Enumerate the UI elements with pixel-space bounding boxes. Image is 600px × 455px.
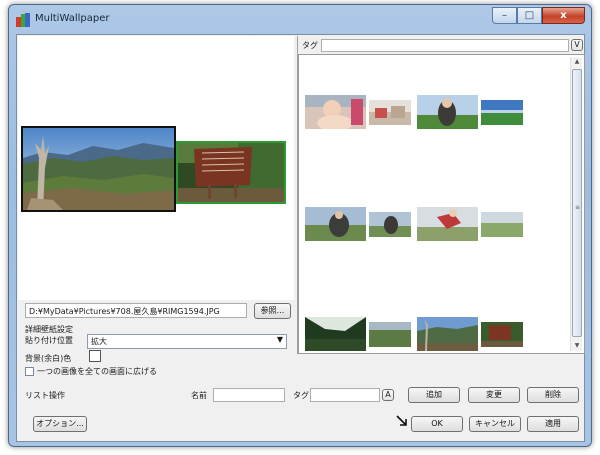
list-tag-toggle[interactable]: A bbox=[382, 389, 394, 401]
figure-photo bbox=[369, 212, 411, 237]
thumbnail-woods[interactable] bbox=[369, 322, 411, 347]
baby-photo bbox=[305, 95, 366, 129]
maximize-button[interactable]: □ bbox=[517, 7, 542, 24]
thumbnail-figure-2[interactable] bbox=[305, 207, 366, 241]
delete-button[interactable]: 削除 bbox=[527, 387, 579, 403]
bg-color-label: 背景(余白)色 bbox=[25, 354, 72, 363]
grip-icon: ≡ bbox=[575, 204, 581, 211]
title-bar[interactable]: MultiWallpaper – □ x bbox=[9, 5, 591, 33]
position-label: 貼り付け位置 bbox=[25, 336, 73, 345]
figure-photo bbox=[417, 95, 478, 129]
add-button[interactable]: 追加 bbox=[408, 387, 460, 403]
options-button[interactable]: オプション... bbox=[33, 416, 87, 432]
field-photo bbox=[481, 100, 523, 125]
tag-filter-toggle[interactable]: V bbox=[571, 39, 583, 51]
resize-cursor-icon bbox=[396, 415, 407, 426]
detail-settings-label: 詳細壁紙設定 bbox=[25, 325, 73, 334]
list-tag-label: タグ bbox=[293, 391, 309, 400]
stretch-all-checkbox[interactable] bbox=[25, 367, 34, 376]
thumbnail-mountain-small[interactable] bbox=[369, 100, 411, 125]
mountain-photo bbox=[417, 317, 478, 351]
scroll-down-icon[interactable]: ▼ bbox=[572, 341, 582, 351]
name-label: 名前 bbox=[191, 391, 207, 400]
position-value: 拡大 bbox=[91, 337, 107, 346]
close-button[interactable]: x bbox=[542, 7, 585, 24]
thumbnail-figure-3[interactable] bbox=[369, 212, 411, 237]
window-title: MultiWallpaper bbox=[35, 13, 110, 24]
tag-filter-label: タグ bbox=[302, 41, 318, 50]
position-select[interactable]: 拡大 ▼ bbox=[87, 334, 287, 349]
minimize-button[interactable]: – bbox=[492, 7, 517, 24]
thumbnail-field[interactable] bbox=[481, 100, 523, 125]
monitor-2-preview[interactable] bbox=[176, 141, 286, 204]
thumbnail-sign[interactable] bbox=[481, 322, 523, 347]
thumbnail-list[interactable]: ▲ ≡ ▼ bbox=[298, 54, 585, 354]
thumbnail-baby[interactable] bbox=[305, 95, 366, 129]
figure-photo bbox=[305, 207, 366, 241]
list-ops-label: リスト操作 bbox=[25, 391, 65, 400]
mountain-landscape-image bbox=[23, 128, 174, 210]
chevron-down-icon: ▼ bbox=[276, 335, 283, 344]
app-icon bbox=[16, 13, 30, 27]
figure-photo bbox=[417, 207, 478, 241]
apply-button[interactable]: 適用 bbox=[527, 416, 579, 432]
gallery-scrollbar[interactable]: ▲ ≡ ▼ bbox=[570, 57, 582, 351]
bg-color-swatch[interactable] bbox=[89, 350, 101, 362]
scroll-thumb[interactable]: ≡ bbox=[572, 69, 582, 337]
image-path-field[interactable]: D:¥MyData¥Pictures¥708.屋久島¥RIMG1594.JPG bbox=[25, 303, 247, 318]
thumbnail-forest[interactable] bbox=[305, 317, 366, 351]
browse-button[interactable]: 参照... bbox=[254, 303, 291, 319]
woods-photo bbox=[369, 322, 411, 347]
app-window: MultiWallpaper – □ x D:¥MyData¥Pictures¥… bbox=[8, 4, 592, 447]
plain-photo bbox=[481, 212, 523, 237]
thumbnail-mountain[interactable] bbox=[417, 317, 478, 351]
monitor-preview bbox=[18, 36, 294, 300]
thumbnail-figure-1[interactable] bbox=[417, 95, 478, 129]
signboard-image bbox=[178, 143, 284, 202]
thumbnail-figure-4[interactable] bbox=[417, 207, 478, 241]
stretch-all-label: 一つの画像を全ての画面に広げる bbox=[37, 367, 157, 376]
gallery-panel: タグ V ▲ ≡ ▼ bbox=[297, 36, 585, 354]
ok-button[interactable]: OK bbox=[411, 416, 463, 432]
name-input[interactable] bbox=[213, 388, 285, 402]
list-tag-input[interactable] bbox=[310, 388, 380, 402]
change-button[interactable]: 変更 bbox=[468, 387, 520, 403]
cancel-button[interactable]: キャンセル bbox=[469, 416, 521, 432]
client-area: D:¥MyData¥Pictures¥708.屋久島¥RIMG1594.JPG … bbox=[16, 34, 585, 442]
scroll-up-icon[interactable]: ▲ bbox=[572, 57, 582, 67]
tag-filter-input[interactable] bbox=[321, 39, 569, 52]
landscape-photo bbox=[369, 100, 411, 125]
sign-photo bbox=[481, 322, 523, 347]
thumbnail-plain[interactable] bbox=[481, 212, 523, 237]
forest-photo bbox=[305, 317, 366, 351]
monitor-1-preview[interactable] bbox=[21, 126, 176, 212]
